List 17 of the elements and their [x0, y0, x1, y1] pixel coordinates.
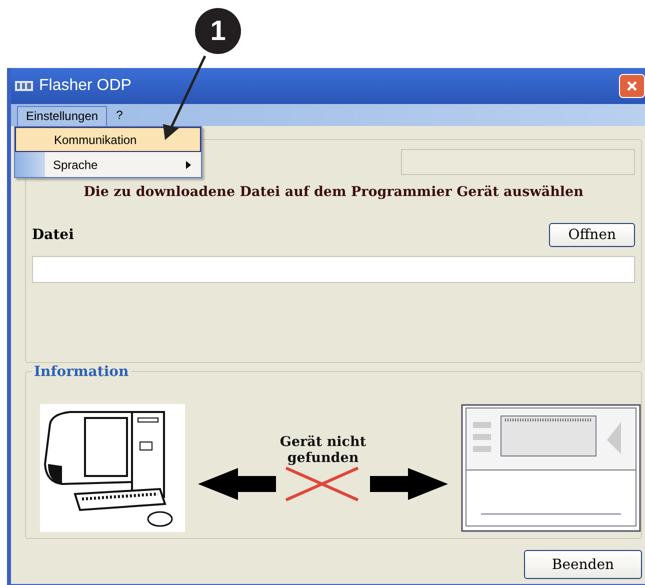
app-icon	[15, 81, 33, 91]
submenu-arrow-icon	[186, 160, 191, 168]
double-arrow-icon	[198, 466, 448, 502]
window-title: Flasher ODP	[39, 77, 132, 95]
open-button[interactable]: Offnen	[549, 223, 635, 247]
connection-status-text: Gerät nicht gefunden	[278, 434, 368, 466]
file-label: Datei	[32, 227, 74, 243]
callout-number: 1	[195, 8, 241, 54]
file-path-field[interactable]	[32, 256, 635, 283]
menu-item[interactable]: Sprache	[15, 152, 201, 177]
instruction-text: Die zu downloadene Datei auf dem Programmier Gerät auswählen	[82, 184, 584, 200]
close-icon	[626, 80, 638, 92]
menu-bar-item[interactable]: Einstellungen	[17, 106, 108, 126]
menu-bar-item[interactable]: ?	[107, 105, 132, 126]
exit-button[interactable]: Beenden	[524, 550, 642, 579]
menu-item[interactable]: Kommunikation	[15, 127, 201, 152]
close-button[interactable]	[619, 74, 645, 98]
